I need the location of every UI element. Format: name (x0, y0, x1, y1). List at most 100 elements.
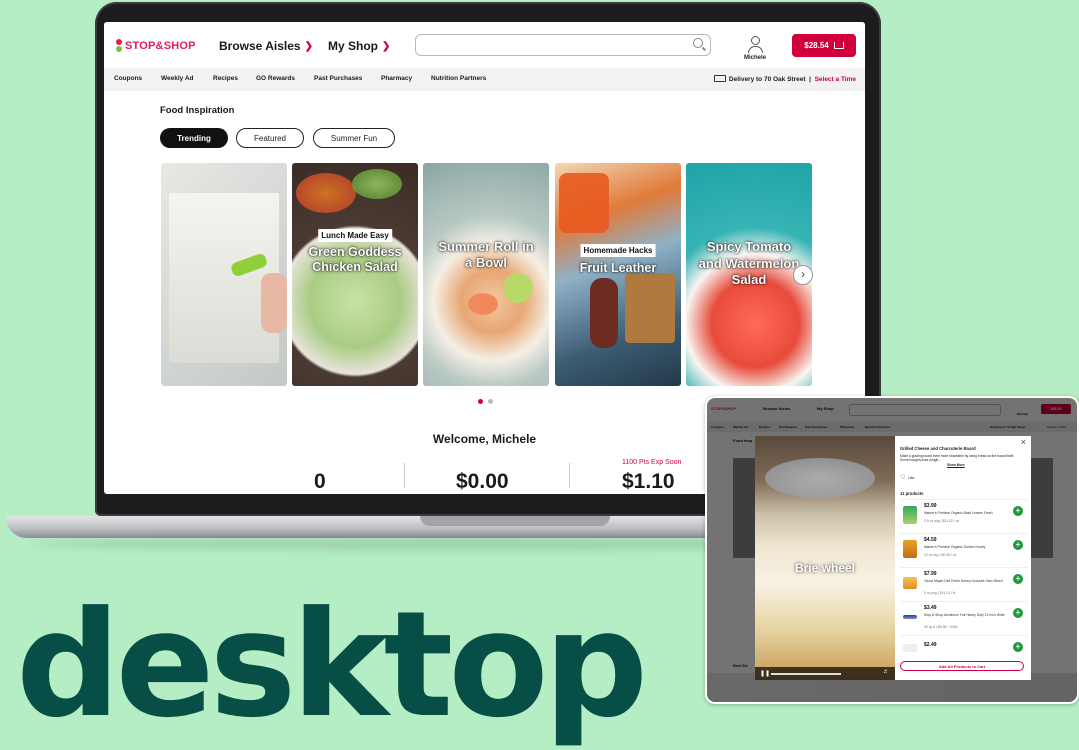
product-item[interactable]: $3.99 Nature's Promise Organic Basil Lea… (900, 499, 1028, 534)
subnav-item-past-purchases[interactable]: Past Purchases (314, 75, 362, 82)
card-title: Summer Roll in a Bowl (438, 239, 534, 270)
add-to-cart-button[interactable]: + (1013, 642, 1023, 652)
pause-icon[interactable]: ❚❚ (760, 670, 770, 677)
product-price: $3.49 (924, 605, 937, 611)
recipe-title: Grilled Cheese and Charcuterie Board (900, 446, 976, 451)
browse-aisles-label: Browse Aisles (219, 39, 301, 53)
inspiration-card[interactable]: Summer Roll in a Bowl (423, 163, 549, 386)
subnav-item-go-rewards[interactable]: GO Rewards (256, 75, 295, 82)
divider (404, 463, 405, 488)
product-item[interactable]: $7.99 Oscar Mayer Deli Fresh Honey Uncur… (900, 567, 1028, 602)
product-name: Nature's Promise Organic Golden Honey (924, 545, 986, 549)
product-thumbnail (903, 577, 917, 589)
product-thumbnail (903, 506, 917, 524)
card-title: Spicy Tomato and Watermelon Salad (698, 239, 800, 287)
add-to-cart-button[interactable]: + (1013, 540, 1023, 550)
product-item[interactable]: $4.59 Nature's Promise Organic Golden Ho… (900, 533, 1028, 568)
rewards-stat-points: 0 (314, 470, 326, 493)
my-shop-label: My Shop (328, 39, 378, 53)
divider (569, 463, 570, 488)
browse-aisles-menu[interactable]: Browse Aisles ❯ (219, 39, 313, 53)
tab-featured[interactable]: Featured (236, 128, 304, 148)
add-to-cart-button[interactable]: + (1013, 608, 1023, 618)
product-name: Oscar Mayer Deli Fresh Honey Uncured Ham… (924, 579, 1003, 583)
card-tag: Lunch Made Easy (318, 229, 392, 242)
product-name: Stop & Shop Aluminum Foil Heavy Duty 12 … (924, 613, 1005, 617)
carousel-dot[interactable] (478, 399, 483, 404)
laptop-notch (420, 516, 610, 526)
subnav-item-nutrition-partners[interactable]: Nutrition Partners (431, 75, 486, 82)
account-button[interactable]: Michele (739, 36, 771, 61)
video-progress-bar[interactable] (771, 673, 841, 675)
select-time-link[interactable]: Select a Time (815, 76, 856, 83)
chevron-down-icon: ❯ (304, 40, 313, 52)
card-image-shrimp (468, 293, 498, 315)
search-icon[interactable] (693, 38, 703, 48)
subnav-item-pharmacy[interactable]: Pharmacy (381, 75, 412, 82)
cart-button[interactable]: $28.54 (792, 34, 856, 57)
product-size: 50 sq ft | $6.98 / 100sf (924, 625, 958, 629)
subnav-item-recipes[interactable]: Recipes (213, 75, 238, 82)
product-item[interactable]: $2.49 + (900, 635, 1028, 658)
carousel-dot[interactable] (488, 399, 493, 404)
recipe-video[interactable]: Brie wheel ❚❚ ♬ (755, 436, 895, 680)
card-title: Fruit Leather (579, 261, 657, 275)
headline-desktop: desktop (16, 580, 648, 750)
card-image-veggies (296, 173, 356, 213)
recipe-products-panel: × Grilled Cheese and Charcuterie Board M… (895, 436, 1031, 680)
product-price: $3.99 (924, 503, 937, 509)
card-image-hand (261, 273, 287, 333)
subnav-item-weekly-ad[interactable]: Weekly Ad (161, 75, 194, 82)
product-thumbnail (903, 540, 917, 558)
video-controls: ❚❚ ♬ (755, 667, 895, 680)
inset-screenshot: STOP&SHOP Browse Aisles My Shop Michele … (705, 396, 1079, 704)
cart-icon (833, 42, 844, 49)
delivery-label: Delivery (728, 76, 755, 83)
chevron-down-icon: ❯ (382, 40, 391, 52)
user-icon (750, 36, 760, 45)
add-to-cart-button[interactable]: + (1013, 506, 1023, 516)
inspiration-card[interactable] (161, 163, 287, 386)
card-image-lime (503, 273, 533, 303)
close-icon[interactable]: × (1021, 437, 1026, 447)
volume-icon[interactable]: ♬ (883, 669, 889, 675)
product-item[interactable]: $3.49 Stop & Shop Aluminum Foil Heavy Du… (900, 601, 1028, 636)
carousel-next-button[interactable]: › (793, 265, 813, 285)
rewards-stat-value: $1.10 (622, 470, 675, 493)
card-image-carrots (559, 173, 609, 233)
logo-text: STOP&SHOP (125, 40, 196, 52)
chevron-right-icon: › (801, 267, 805, 281)
add-all-to-cart-button[interactable]: Add All Products to Cart (900, 661, 1024, 671)
product-name: Nature's Promise Organic Basil Leaves Fr… (924, 511, 993, 515)
food-inspiration-title: Food Inspiration (160, 105, 235, 116)
stop-and-shop-logo[interactable]: STOP&SHOP (116, 39, 196, 53)
card-image-bread (625, 273, 675, 343)
product-price: $2.49 (924, 642, 937, 648)
search-input[interactable] (415, 34, 711, 56)
inspiration-card[interactable]: Lunch Made Easy Green Goddess Chicken Sa… (292, 163, 418, 386)
delivery-info: Delivery to 70 Oak Street | Select a Tim… (713, 75, 856, 83)
tab-trending[interactable]: Trending (160, 128, 228, 148)
card-image-fruit-leather (590, 278, 618, 348)
like-label: Like (908, 476, 915, 480)
my-shop-menu[interactable]: My Shop ❯ (328, 39, 390, 53)
card-tag: Homemade Hacks (580, 244, 656, 257)
product-size: 12 oz squ | $0.38 / oz (924, 553, 957, 557)
subnav-item-coupons[interactable]: Coupons (114, 75, 142, 82)
inspiration-card[interactable]: Homemade Hacks Fruit Leather (555, 163, 681, 386)
product-thumbnail (903, 615, 917, 619)
product-price: $7.99 (924, 571, 937, 577)
truck-icon (713, 75, 726, 82)
carousel-pagination (478, 399, 493, 404)
add-to-cart-button[interactable]: + (1013, 574, 1023, 584)
heart-icon[interactable]: ♡ (900, 474, 905, 481)
points-expiring-note: 1100 Pts Exp Soon (622, 459, 682, 466)
product-price: $4.59 (924, 537, 937, 543)
card-title: Green Goddess Chicken Salad (308, 245, 402, 274)
show-more-link[interactable]: Show More (947, 463, 965, 467)
secondary-nav: Coupons Weekly Ad Recipes GO Rewards Pas… (104, 68, 865, 91)
rewards-stat-savings: $0.00 (456, 470, 509, 493)
tab-summer-fun[interactable]: Summer Fun (313, 128, 395, 148)
recipe-description: Make a grazing board even more shareable… (900, 454, 1015, 463)
product-size: 0.5 oz pkg | $31.92 / oz (924, 519, 960, 523)
